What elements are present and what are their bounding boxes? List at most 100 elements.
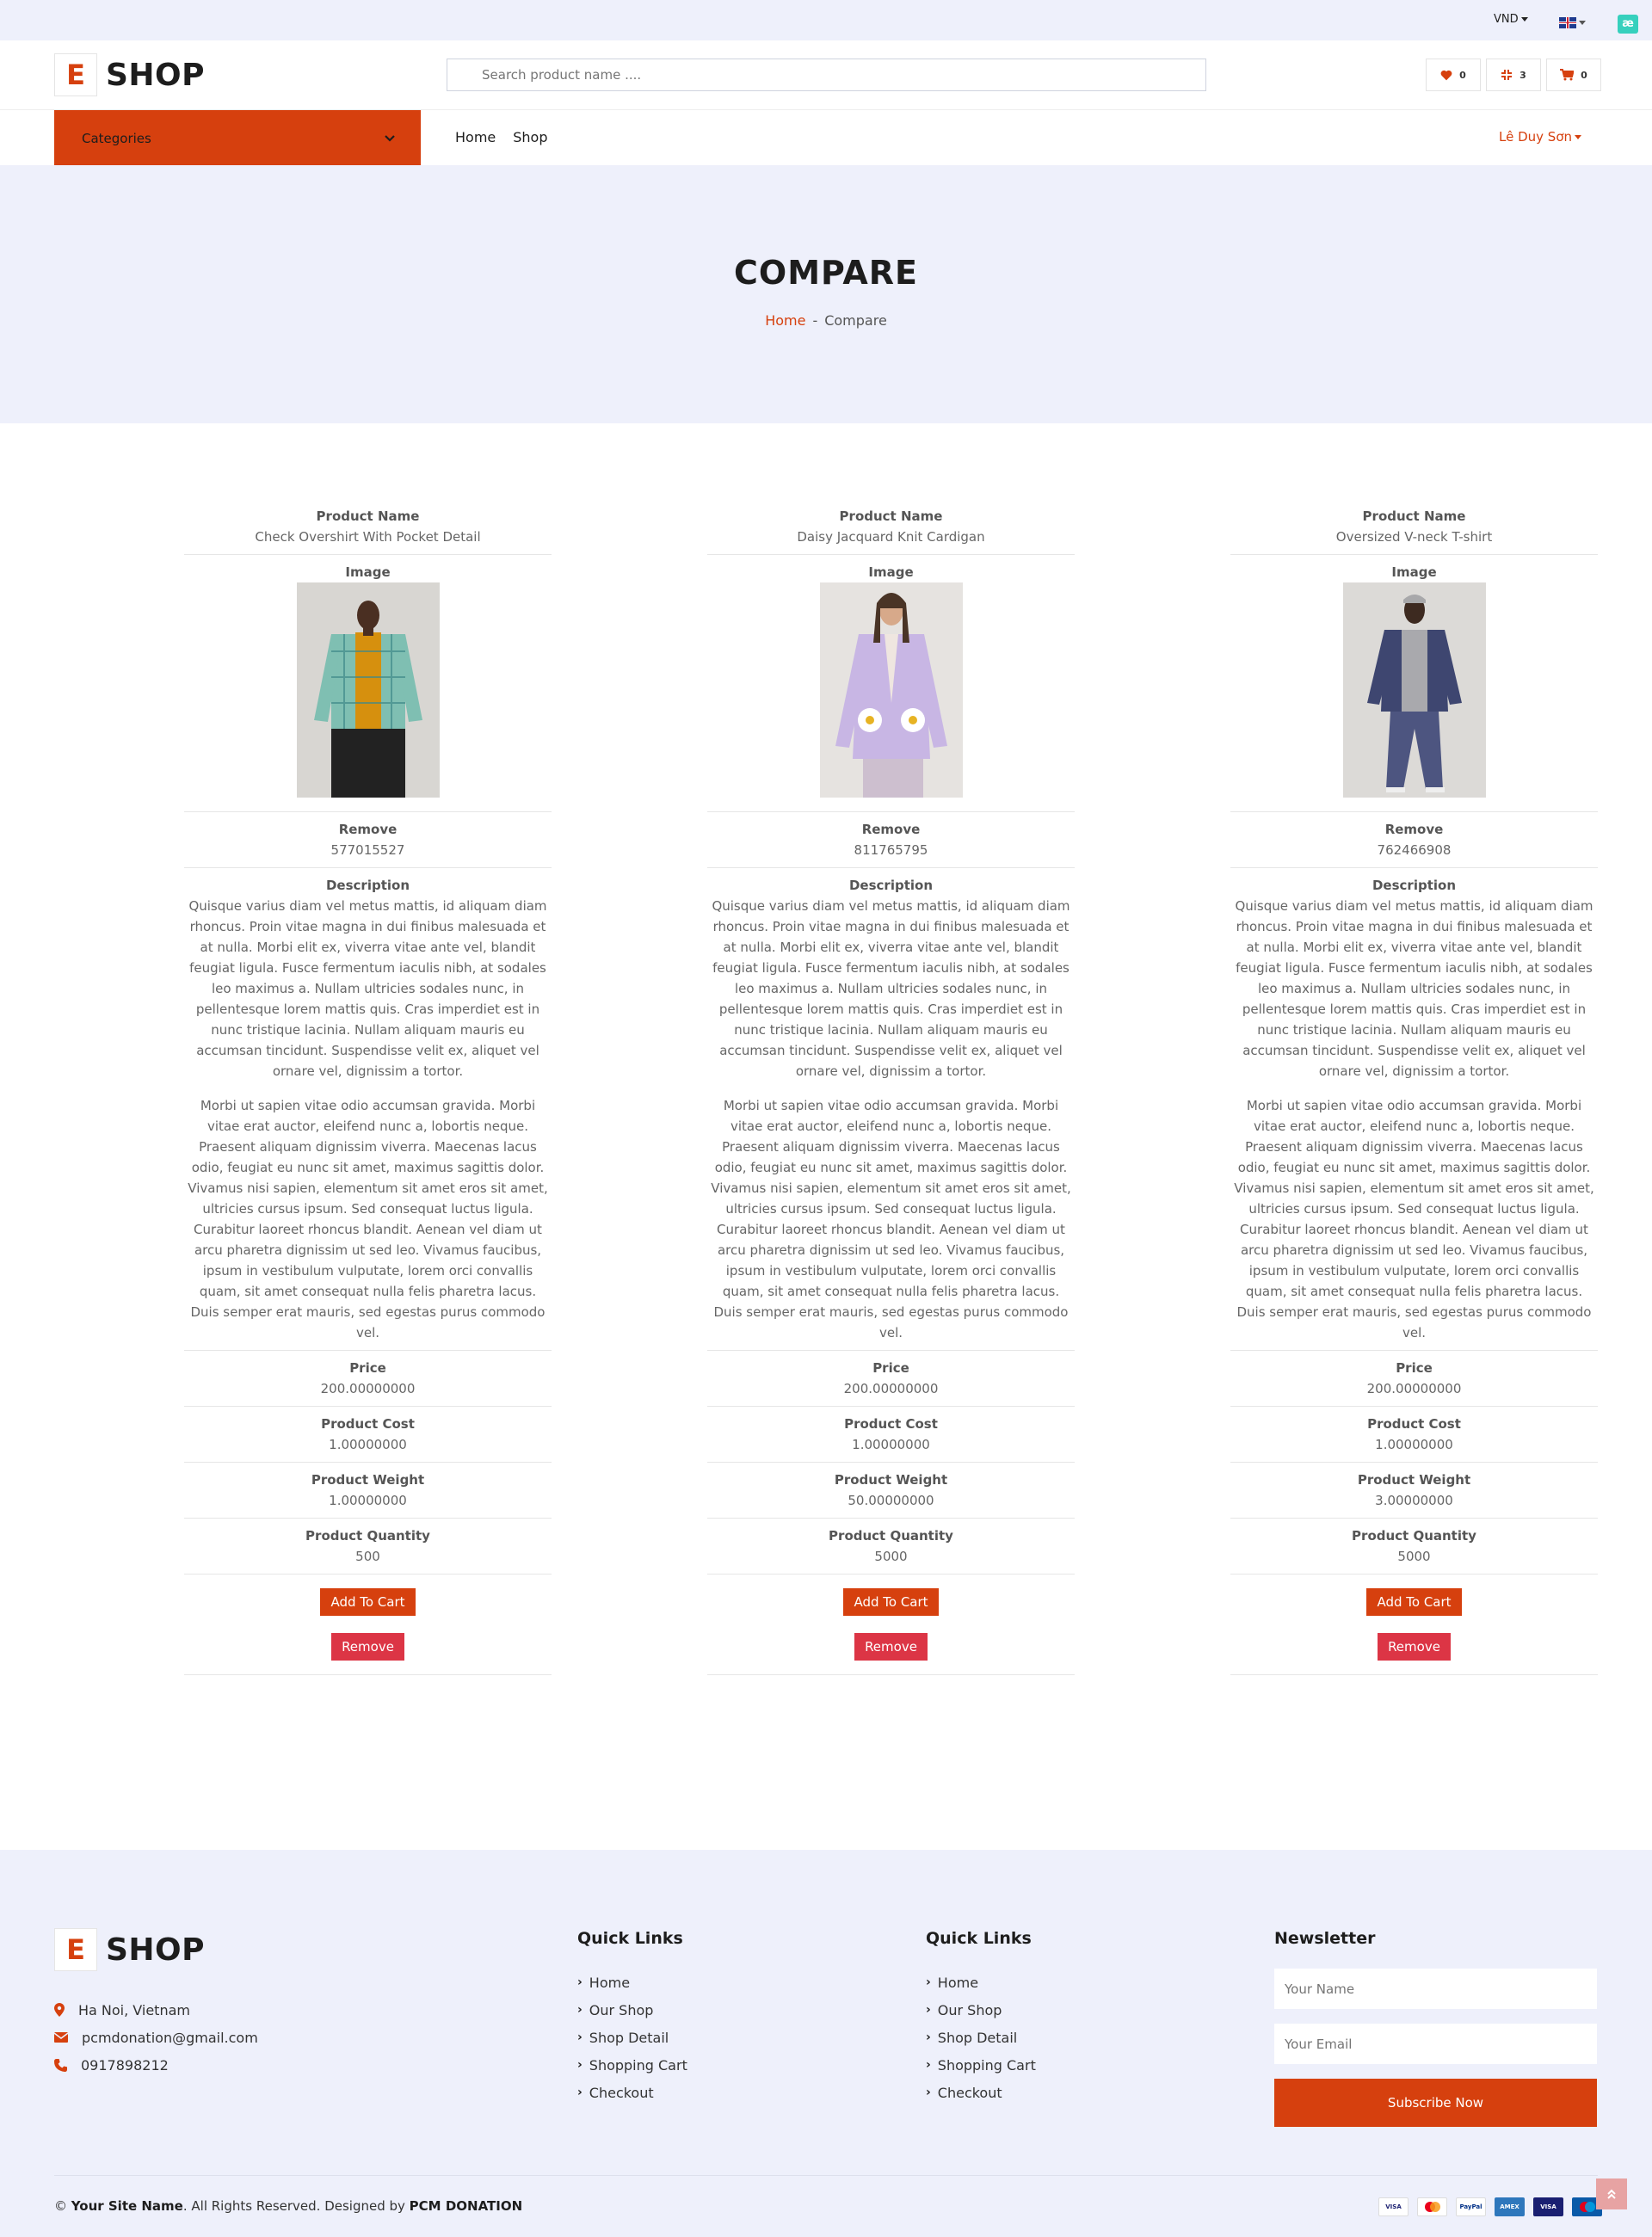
image-cell: Image [1230, 555, 1598, 812]
quantity-cell: Product Quantity 5000 [1230, 1519, 1598, 1575]
footer-link-label: Our Shop [589, 2001, 654, 2018]
nav-home[interactable]: Home [455, 129, 496, 145]
description-paragraph: Morbi ut sapien vitae odio accumsan grav… [711, 1098, 1071, 1340]
wishlist-button[interactable]: 0 [1426, 59, 1481, 91]
compare-column: Product Name Daisy Jacquard Knit Cardiga… [707, 499, 1075, 1675]
weight-label: Product Weight [834, 1472, 948, 1488]
subscribe-button[interactable]: Subscribe Now [1274, 2079, 1597, 2127]
quick-links-title: Quick Links [577, 1929, 683, 1948]
language-dropdown[interactable] [1559, 14, 1586, 30]
footer-link[interactable]: › Shop Detail [577, 2024, 687, 2051]
search-box[interactable] [447, 59, 1206, 91]
search-input[interactable] [447, 59, 1205, 90]
categories-toggle[interactable]: Categories [54, 110, 421, 166]
footer-link-label: Checkout [937, 2084, 1002, 2101]
footer-logo[interactable]: E SHOP [54, 1928, 205, 1971]
newsletter-title: Newsletter [1274, 1929, 1376, 1948]
footer-link[interactable]: › Our Shop [926, 1996, 1036, 2024]
footer-link[interactable]: › Checkout [926, 2079, 1036, 2106]
chevron-right-icon: › [577, 2086, 583, 2099]
cost-label: Product Cost [1367, 1416, 1461, 1432]
weight-label: Product Weight [1357, 1472, 1471, 1488]
description-paragraph: Quisque varius diam vel metus mattis, id… [1235, 898, 1593, 1079]
footer-link-label: Shopping Cart [937, 2056, 1036, 2074]
image-label: Image [1391, 564, 1437, 580]
weight-cell: Product Weight 3.00000000 [1230, 1463, 1598, 1519]
footer-link[interactable]: › Our Shop [577, 1996, 687, 2024]
product-image[interactable] [819, 582, 963, 798]
designer-link[interactable]: PCM DONATION [410, 2198, 522, 2214]
description-cell: Description Quisque varius diam vel metu… [707, 868, 1075, 1351]
footer-divider [54, 2175, 1598, 2176]
phone-text[interactable]: 0917898212 [81, 2057, 169, 2074]
product-weight: 1.00000000 [329, 1493, 407, 1508]
footer-link[interactable]: › Shop Detail [926, 2024, 1036, 2051]
cart-button[interactable]: 0 [1546, 59, 1601, 91]
copyright-text: . All Rights Reserved. Designed by [182, 2198, 410, 2214]
logo[interactable]: E SHOP [54, 53, 205, 96]
chevron-right-icon: › [577, 2003, 583, 2017]
newsletter-email-input[interactable] [1274, 2024, 1597, 2064]
quick-links-column: Quick Links › Home › Our Shop › Shop Detail… [926, 1929, 1036, 2106]
remove-button[interactable]: Remove [854, 1633, 928, 1661]
extension-icon[interactable]: æ [1618, 15, 1638, 34]
cost-label: Product Cost [844, 1416, 938, 1432]
remove-button[interactable]: Remove [331, 1633, 404, 1661]
price-label: Price [1396, 1360, 1433, 1376]
description-paragraph: Morbi ut sapien vitae odio accumsan grav… [1234, 1098, 1594, 1340]
newsletter-column: Newsletter Subscribe Now [1274, 1929, 1597, 2127]
add-to-cart-button[interactable]: Add To Cart [320, 1588, 416, 1616]
description-label: Description [325, 878, 410, 893]
email-text[interactable]: pcmdonation@gmail.com [82, 2030, 258, 2046]
map-marker-icon [54, 2003, 65, 2017]
wishlist-count: 0 [1459, 69, 1466, 81]
description-label: Description [848, 878, 934, 893]
footer-link[interactable]: › Checkout [577, 2079, 687, 2106]
currency-dropdown[interactable]: VND [1494, 13, 1528, 26]
site-name-link[interactable]: Your Site Name [71, 2198, 183, 2214]
product-price: 200.00000000 [1366, 1381, 1462, 1396]
description-paragraph: Quisque varius diam vel metus mattis, id… [712, 898, 1070, 1079]
product-image[interactable] [296, 582, 440, 798]
compare-arrows-icon [1501, 70, 1513, 80]
description-cell: Description Quisque varius diam vel metu… [184, 868, 552, 1351]
user-menu[interactable]: Lê Duy Sơn [1499, 129, 1581, 145]
add-to-cart-button[interactable]: Add To Cart [1366, 1588, 1462, 1616]
chevron-right-icon: › [926, 2086, 931, 2099]
name-cell: Product Name Check Overshirt With Pocket… [184, 499, 552, 555]
header: E SHOP 0 3 0 [0, 40, 1652, 109]
product-code: 577015527 [330, 842, 405, 858]
footer-link[interactable]: › Shopping Cart [926, 2051, 1036, 2079]
product-name: Oversized V-neck T-shirt [1335, 529, 1493, 545]
breadcrumb: Home - Compare [0, 312, 1652, 329]
product-code: 762466908 [1377, 842, 1452, 858]
weight-cell: Product Weight 1.00000000 [184, 1463, 552, 1519]
footer-link[interactable]: › Shopping Cart [577, 2051, 687, 2079]
footer-link[interactable]: › Home [577, 1969, 687, 1996]
add-to-cart-button[interactable]: Add To Cart [843, 1588, 939, 1616]
compare-column: Product Name Oversized V-neck T-shirt Im… [1230, 499, 1598, 1675]
actions-cell: Add To Cart Remove [184, 1575, 552, 1675]
product-image[interactable] [1342, 582, 1486, 798]
quantity-cell: Product Quantity 5000 [707, 1519, 1075, 1575]
breadcrumb-home[interactable]: Home [765, 312, 805, 329]
description-paragraph: Morbi ut sapien vitae odio accumsan grav… [188, 1098, 548, 1340]
footer-link-label: Shop Detail [937, 2029, 1018, 2046]
footer-link[interactable]: › Home [926, 1969, 1036, 1996]
chevron-right-icon: › [577, 1975, 583, 1989]
remove-button[interactable]: Remove [1378, 1633, 1451, 1661]
user-name: Lê Duy Sơn [1499, 129, 1572, 145]
product-cost: 1.00000000 [852, 1437, 930, 1452]
code-cell: Remove 577015527 [184, 812, 552, 868]
compare-button[interactable]: 3 [1486, 59, 1541, 91]
uk-flag-icon [1559, 17, 1576, 28]
back-to-top-button[interactable] [1596, 2178, 1627, 2209]
envelope-icon [54, 2032, 68, 2043]
nav-shop[interactable]: Shop [513, 129, 547, 145]
price-cell: Price 200.00000000 [184, 1351, 552, 1407]
top-bar: VND æ [0, 0, 1652, 40]
description-text: Quisque varius diam vel metus mattis, id… [184, 896, 552, 1343]
name-label: Product Name [316, 508, 420, 524]
newsletter-name-input[interactable] [1274, 1969, 1597, 2009]
code-cell: Remove 762466908 [1230, 812, 1598, 868]
